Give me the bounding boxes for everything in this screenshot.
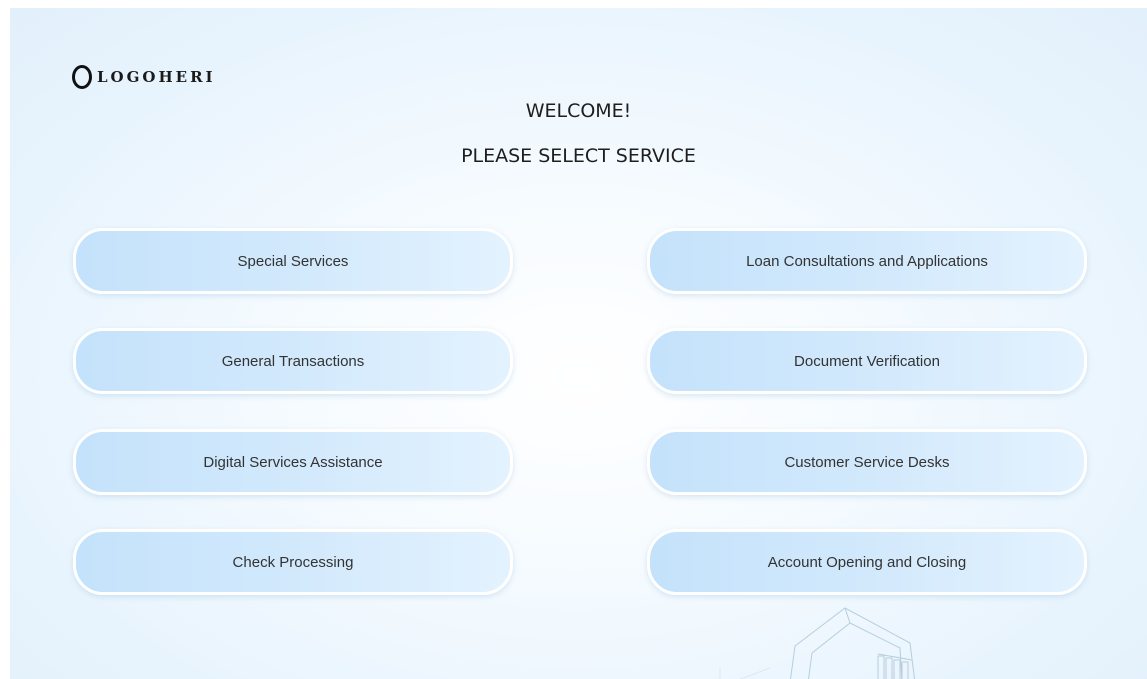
service-button-label: Special Services bbox=[237, 252, 349, 270]
service-button-label: General Transactions bbox=[221, 352, 365, 370]
service-button-label: Check Processing bbox=[232, 553, 354, 571]
service-button-label: Document Verification bbox=[794, 352, 940, 370]
service-button-check-processing[interactable]: Check Processing bbox=[73, 529, 513, 595]
welcome-heading: WELCOME! bbox=[525, 100, 632, 122]
service-button-label: Customer Service Desks bbox=[784, 453, 950, 471]
kiosk-screen: LOGOHERI WELCOME! PLEASE SELECT SERVICE … bbox=[10, 8, 1147, 679]
service-button-digital-services-assistance[interactable]: Digital Services Assistance bbox=[73, 429, 513, 495]
service-button-label: Digital Services Assistance bbox=[203, 453, 383, 471]
logo-ring-icon bbox=[72, 65, 92, 89]
service-button-loan-consultations[interactable]: Loan Consultations and Applications bbox=[647, 228, 1087, 294]
brand-logo: LOGOHERI bbox=[72, 62, 216, 92]
service-button-label: Account Opening and Closing bbox=[767, 553, 967, 571]
building-illustration-icon bbox=[719, 607, 916, 679]
service-button-special-services[interactable]: Special Services bbox=[73, 228, 513, 294]
service-button-general-transactions[interactable]: General Transactions bbox=[73, 328, 513, 394]
service-button-customer-service-desks[interactable]: Customer Service Desks bbox=[647, 429, 1087, 495]
service-button-account-opening-closing[interactable]: Account Opening and Closing bbox=[647, 529, 1087, 595]
service-button-label: Loan Consultations and Applications bbox=[746, 252, 988, 270]
service-button-document-verification[interactable]: Document Verification bbox=[647, 328, 1087, 394]
select-service-heading: PLEASE SELECT SERVICE bbox=[461, 145, 696, 167]
logo-text: LOGOHERI bbox=[97, 68, 216, 86]
